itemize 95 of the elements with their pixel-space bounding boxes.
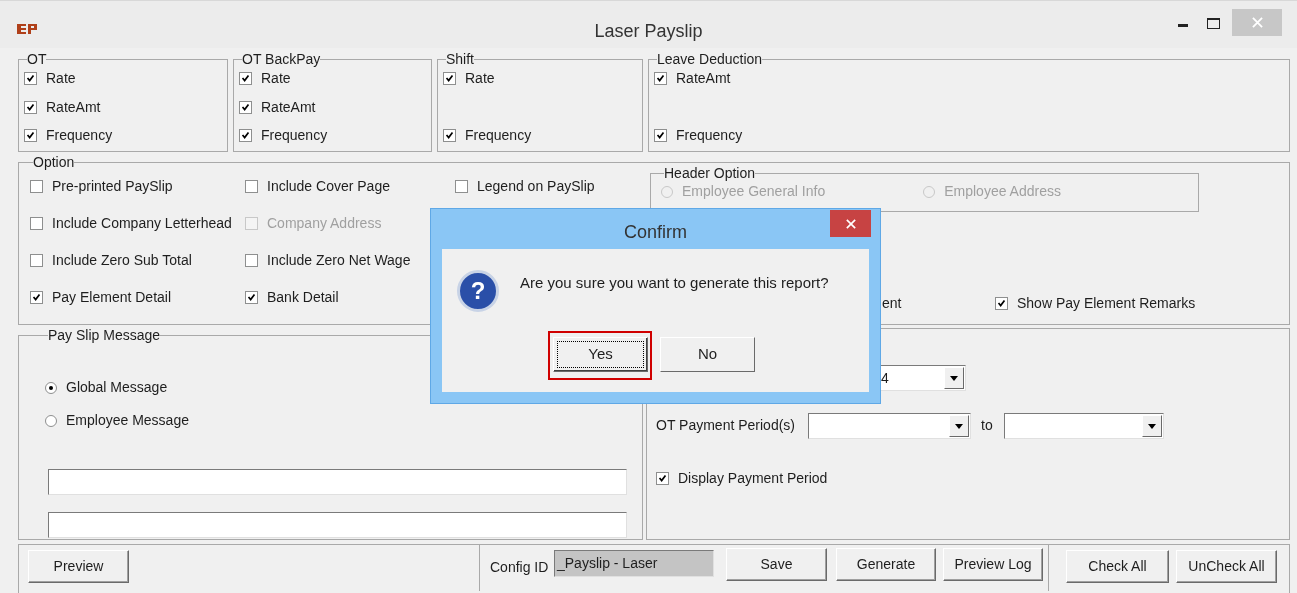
close-icon — [1251, 17, 1263, 28]
checkbox-label: Frequency — [46, 126, 113, 145]
checkbox-label: Show Pay Element Remarks — [1017, 294, 1196, 313]
message-field[interactable] — [48, 469, 627, 495]
group-title: OT BackPay — [242, 52, 321, 66]
checkbox[interactable] — [443, 72, 456, 85]
close-button[interactable] — [830, 210, 871, 237]
radio-label: Employee Address — [944, 182, 1061, 201]
check-mark-icon — [655, 130, 666, 141]
button[interactable]: Generate — [836, 548, 936, 581]
checkbox-label: Frequency — [676, 126, 743, 145]
checkbox[interactable] — [239, 129, 252, 142]
checkbox-label: Rate — [46, 69, 76, 88]
checkbox[interactable] — [30, 217, 43, 230]
check-mark-icon — [246, 292, 257, 303]
checkbox-label: Legend on PaySlip — [477, 177, 595, 196]
button[interactable]: Preview — [28, 550, 129, 583]
group-title: Header Option — [664, 166, 756, 180]
checkbox[interactable] — [443, 129, 456, 142]
checkbox-label: Frequency — [465, 126, 532, 145]
question-icon: ? — [457, 270, 499, 312]
checkbox-label: RateAmt — [261, 97, 316, 117]
field-label: OT Payment Period(s) — [656, 416, 795, 435]
button[interactable]: UnCheck All — [1176, 550, 1277, 583]
check-mark-icon — [25, 73, 36, 84]
radio-button[interactable] — [45, 381, 57, 394]
config-id-field[interactable]: _Payslip - Laser — [554, 550, 714, 577]
checkbox-label: Company Address — [267, 214, 382, 233]
maximize-icon[interactable] — [1207, 18, 1220, 29]
button[interactable]: Preview Log — [943, 548, 1043, 581]
check-mark-icon — [25, 101, 36, 113]
checkbox-label: Pay Element Detail — [52, 288, 172, 307]
dropdown[interactable] — [808, 413, 971, 439]
checkbox[interactable] — [30, 254, 43, 267]
checkbox-label: Pre-printed PaySlip — [52, 177, 173, 196]
checkbox-label: RateAmt — [46, 97, 101, 117]
checkbox[interactable] — [654, 129, 667, 142]
checkbox-label: Rate — [261, 69, 291, 88]
button[interactable]: Save — [726, 548, 827, 581]
dialog-button[interactable]: No — [660, 337, 755, 372]
check-mark-icon — [657, 473, 668, 484]
checkbox[interactable] — [239, 72, 252, 85]
app-logo-icon — [17, 23, 39, 35]
dialog-title: Confirm — [624, 221, 687, 244]
checkbox[interactable] — [30, 291, 43, 304]
checkbox[interactable] — [245, 254, 258, 267]
check-mark-icon — [240, 73, 251, 84]
checkbox-label: Rate — [465, 69, 495, 88]
group-title: Leave Deduction — [657, 52, 763, 66]
checkbox-label: Frequency — [261, 126, 328, 145]
check-mark-icon — [240, 101, 251, 113]
check-mark-icon — [444, 73, 455, 84]
checkbox[interactable] — [24, 100, 37, 114]
checkbox[interactable] — [656, 472, 669, 485]
radio-label: Employee General Info — [682, 182, 826, 201]
group-title: Option — [33, 155, 75, 169]
close-icon — [845, 218, 856, 229]
dialog-button[interactable]: Yes — [553, 337, 648, 372]
checkbox[interactable] — [239, 100, 252, 114]
check-mark-icon — [240, 130, 251, 141]
check-mark-icon — [31, 292, 42, 303]
checkbox[interactable] — [24, 72, 37, 85]
dropdown[interactable]: 4 — [880, 365, 966, 391]
check-mark-icon — [25, 130, 36, 141]
checkbox-label: Display Payment Period — [678, 469, 828, 488]
field-label: to — [981, 416, 993, 435]
field-label: Config ID — [490, 558, 549, 577]
checkbox-label: Include Zero Net Wage — [267, 251, 411, 270]
button[interactable]: Check All — [1066, 550, 1169, 583]
checkbox[interactable] — [245, 291, 258, 304]
checkbox[interactable] — [24, 129, 37, 142]
checkbox-label: RateAmt — [676, 69, 731, 88]
window-title: Laser Payslip — [594, 20, 703, 43]
checkbox[interactable] — [455, 180, 468, 193]
dropdown[interactable] — [1004, 413, 1164, 439]
checkbox-label: Include Company Letterhead — [52, 214, 232, 233]
checkbox-label: Include Zero Sub Total — [52, 251, 192, 270]
radio-label: Employee Message — [66, 411, 189, 430]
check-mark-icon — [655, 73, 666, 84]
check-mark-icon — [444, 130, 455, 141]
radio-button[interactable] — [45, 414, 57, 427]
radio-label: Global Message — [66, 378, 168, 397]
check-mark-icon — [996, 298, 1007, 309]
checkbox[interactable] — [30, 180, 43, 193]
group-title: OT — [27, 52, 47, 66]
group-title: Pay Slip Message — [48, 328, 161, 342]
checkbox-label: Include Cover Page — [267, 177, 390, 196]
checkbox[interactable] — [995, 297, 1008, 310]
message-field[interactable] — [48, 512, 627, 538]
checkbox[interactable] — [245, 180, 258, 193]
option-label-fragment: ent — [882, 294, 902, 313]
group-title: Shift — [446, 52, 474, 66]
checkbox[interactable] — [654, 72, 667, 85]
checkbox-label: Bank Detail — [267, 288, 339, 307]
dialog-message: Are you sure you want to generate this report? — [520, 273, 829, 293]
